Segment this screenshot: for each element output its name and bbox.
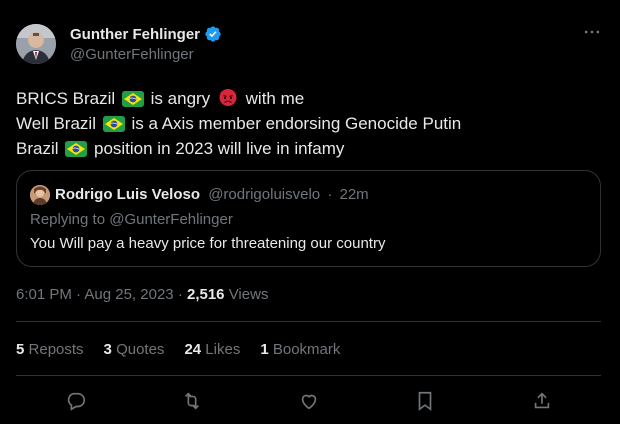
quote-author-name[interactable]: Rodrigo Luis Veloso bbox=[55, 186, 200, 203]
reply-icon[interactable] bbox=[65, 390, 87, 412]
more-options-icon[interactable] bbox=[580, 22, 604, 46]
quotes-stat[interactable]: 3 Quotes bbox=[104, 341, 165, 358]
tweet-text-segment: with me bbox=[245, 89, 305, 108]
meta-separator: · bbox=[177, 286, 183, 303]
tweet-text-segment: Brazil bbox=[16, 139, 59, 158]
quote-replying-to: Replying to @GunterFehlinger bbox=[30, 211, 233, 228]
likes-label: Likes bbox=[205, 341, 241, 358]
angry-face-icon bbox=[218, 87, 238, 107]
verified-badge-icon[interactable] bbox=[204, 25, 222, 43]
tweet-text: BRICS Brazil is angry with me Well Brazi… bbox=[16, 86, 606, 161]
tweet-text-segment: is angry bbox=[150, 89, 211, 108]
reposts-count: 5 bbox=[16, 341, 25, 358]
views-count: 2,516 bbox=[186, 286, 225, 303]
tweet-text-segment: BRICS Brazil bbox=[16, 89, 116, 108]
tweet-text-segment: is a Axis member endorsing Genocide Puti… bbox=[131, 114, 462, 133]
engagement-stats: 5 Reposts 3 Quotes 24 Likes 1 Bookmark bbox=[16, 341, 360, 358]
tweet-text-segment: position in 2023 will live in infamy bbox=[93, 139, 345, 158]
brazil-flag-icon bbox=[65, 141, 88, 157]
tweet-line-3: Brazil position in 2023 will live in inf… bbox=[16, 136, 606, 161]
divider bbox=[16, 375, 601, 376]
author-avatar[interactable] bbox=[16, 24, 56, 64]
tweet-meta: 6:01 PM · Aug 25, 2023 · 2,516 Views bbox=[16, 286, 268, 303]
share-icon[interactable] bbox=[531, 390, 553, 412]
likes-count: 24 bbox=[184, 341, 202, 358]
reposts-label: Reposts bbox=[28, 341, 84, 358]
quotes-label: Quotes bbox=[116, 341, 165, 358]
reposts-stat[interactable]: 5 Reposts bbox=[16, 341, 84, 358]
quote-timestamp[interactable]: 22m bbox=[339, 186, 368, 203]
quoted-tweet-card[interactable]: Rodrigo Luis Veloso @rodrigoluisvelo · 2… bbox=[16, 170, 601, 267]
author-name-row: Gunther Fehlinger bbox=[70, 25, 222, 43]
meta-separator: · bbox=[76, 286, 82, 303]
likes-stat[interactable]: 24 Likes bbox=[184, 341, 240, 358]
like-icon[interactable] bbox=[298, 390, 320, 412]
brazil-flag-icon bbox=[121, 91, 144, 107]
tweet-date[interactable]: Aug 25, 2023 bbox=[84, 286, 173, 303]
bookmark-icon[interactable] bbox=[414, 390, 436, 412]
tweet-card: Gunther Fehlinger @GunterFehlinger BRICS… bbox=[0, 0, 620, 424]
bookmarks-label: Bookmark bbox=[272, 341, 341, 358]
divider bbox=[16, 321, 601, 322]
repost-icon[interactable] bbox=[181, 390, 203, 412]
author-handle[interactable]: @GunterFehlinger bbox=[70, 46, 194, 63]
tweet-time[interactable]: 6:01 PM bbox=[16, 286, 72, 303]
quote-separator: · bbox=[327, 186, 333, 203]
views-label: Views bbox=[228, 286, 269, 303]
quote-author-avatar[interactable] bbox=[30, 185, 50, 205]
tweet-line-2: Well Brazil is a Axis member endorsing G… bbox=[16, 111, 606, 136]
tweet-text-segment: Well Brazil bbox=[16, 114, 96, 133]
quote-header: Rodrigo Luis Veloso @rodrigoluisvelo · 2… bbox=[55, 186, 369, 203]
quote-author-handle[interactable]: @rodrigoluisvelo bbox=[208, 186, 320, 203]
bookmarks-stat[interactable]: 1 Bookmark bbox=[260, 341, 340, 358]
author-name[interactable]: Gunther Fehlinger bbox=[70, 26, 200, 43]
bookmarks-count: 1 bbox=[260, 341, 269, 358]
brazil-flag-icon bbox=[102, 116, 125, 132]
quotes-count: 3 bbox=[103, 341, 112, 358]
quote-text: You Will pay a heavy price for threateni… bbox=[30, 235, 386, 252]
tweet-line-1: BRICS Brazil is angry with me bbox=[16, 86, 606, 111]
